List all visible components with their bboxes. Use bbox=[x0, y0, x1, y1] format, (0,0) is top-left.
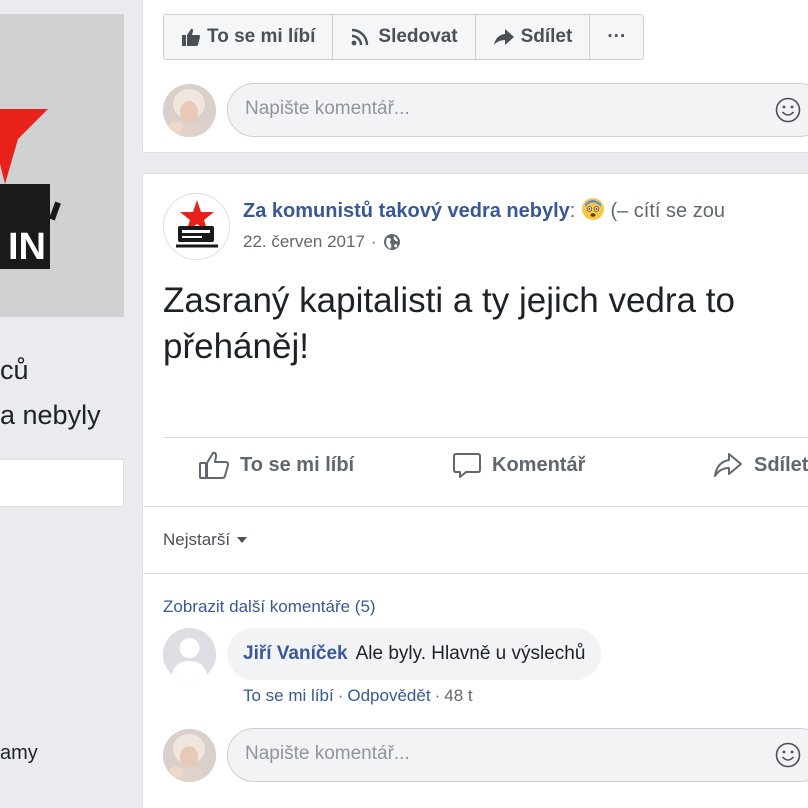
thumbs-up-outline-icon bbox=[199, 451, 230, 479]
comment-label: Komentář bbox=[492, 453, 586, 476]
post-share-label: Sdílet bbox=[754, 453, 808, 476]
sort-label: Nejstarší bbox=[163, 530, 231, 549]
thumbs-up-icon bbox=[182, 28, 201, 46]
page-avatar-logo-icon bbox=[164, 194, 229, 259]
feeling-text[interactable]: (– cítí se zou bbox=[610, 200, 725, 222]
post-meta: 22. červen 2017 · bbox=[243, 232, 401, 252]
page-like-button[interactable]: To se mi líbí bbox=[164, 15, 334, 59]
page-avatar[interactable] bbox=[163, 193, 230, 260]
comment-reply-link[interactable]: Odpovědět bbox=[347, 686, 430, 706]
follow-button[interactable]: Sledovat bbox=[333, 15, 476, 59]
user-avatar-image bbox=[163, 729, 216, 782]
comment-like-link[interactable]: To se mi líbí bbox=[243, 686, 334, 706]
page-name[interactable]: ců a nebyly bbox=[0, 348, 101, 438]
comment-button[interactable]: Komentář bbox=[452, 450, 585, 480]
view-more-comments-link[interactable]: Zobrazit další komentáře (5) bbox=[163, 597, 376, 617]
more-options-icon: ··· bbox=[607, 26, 627, 47]
sort-divider bbox=[143, 573, 808, 574]
page-name-line2: a nebyly bbox=[0, 400, 101, 430]
post-card bbox=[142, 173, 808, 808]
comment-bubble: Jiří Vaníček Ale byly. Hlavně u výslechů bbox=[227, 628, 602, 680]
left-nav-box[interactable] bbox=[0, 459, 124, 507]
page-logo-icon: IN bbox=[0, 14, 124, 317]
share-outline-icon bbox=[714, 453, 742, 477]
feeling-emoji-icon bbox=[581, 197, 605, 227]
comment-sort-dropdown[interactable]: Nejstarší bbox=[163, 530, 248, 550]
page-name-line1: ců bbox=[0, 355, 29, 385]
page-like-label: To se mi líbí bbox=[207, 26, 316, 47]
globe-public-icon[interactable] bbox=[383, 233, 401, 251]
user-avatar[interactable] bbox=[163, 84, 216, 137]
post-header: Za komunistů takový vedra nebyly: (– cít… bbox=[243, 197, 725, 227]
page-share-button[interactable]: Sdílet bbox=[476, 15, 591, 59]
post-like-label: To se mi líbí bbox=[240, 453, 355, 476]
rss-follow-icon bbox=[351, 28, 369, 46]
caret-down-icon bbox=[237, 537, 248, 543]
comment-bubble-icon bbox=[453, 453, 481, 478]
colon-text: : bbox=[569, 200, 581, 222]
comments-divider bbox=[143, 506, 808, 507]
default-profile-icon bbox=[163, 628, 216, 681]
page-cover-image[interactable]: IN bbox=[0, 14, 124, 317]
comment-text: Ale byly. Hlavně u výslechů bbox=[355, 643, 586, 664]
comment-age[interactable]: 48 t bbox=[444, 686, 472, 706]
left-column: IN ců a nebyly amy bbox=[0, 0, 142, 808]
comment-separator: · bbox=[337, 686, 344, 705]
emoji-icon[interactable] bbox=[775, 742, 801, 768]
comment-input[interactable] bbox=[245, 743, 745, 765]
post-text: Zasraný kapitalisti a ty jejich vedra to… bbox=[163, 281, 735, 366]
post-author-link[interactable]: Za komunistů takový vedra nebyly bbox=[243, 200, 570, 222]
emoji-icon[interactable] bbox=[775, 97, 801, 123]
post-divider bbox=[163, 437, 808, 438]
comment-input[interactable] bbox=[245, 98, 745, 120]
post-share-button[interactable]: Sdílet bbox=[712, 450, 808, 480]
more-options-button[interactable]: ··· bbox=[590, 15, 643, 59]
svg-text:IN: IN bbox=[8, 226, 46, 268]
share-arrow-icon bbox=[493, 29, 514, 45]
comment-composer-bottom[interactable] bbox=[227, 728, 808, 782]
user-avatar[interactable] bbox=[163, 729, 216, 782]
follow-label: Sledovat bbox=[378, 26, 458, 47]
commenter-avatar[interactable] bbox=[163, 628, 216, 681]
page-action-bar: To se mi líbí Sledovat Sdílet ··· bbox=[163, 14, 645, 60]
comment-composer-top[interactable] bbox=[227, 83, 808, 137]
post-date-link[interactable]: 22. červen 2017 bbox=[243, 232, 365, 252]
meta-separator: · bbox=[370, 232, 377, 251]
page-share-label: Sdílet bbox=[520, 26, 573, 47]
comment-actions: To se mi líbí · Odpovědět · 48 t bbox=[243, 686, 473, 706]
user-avatar-image bbox=[163, 84, 216, 137]
left-nav-link[interactable]: amy bbox=[0, 742, 38, 765]
comment-author-link[interactable]: Jiří Vaníček bbox=[243, 643, 348, 665]
comment-separator: · bbox=[434, 686, 441, 705]
post-like-button[interactable]: To se mi líbí bbox=[198, 450, 354, 480]
